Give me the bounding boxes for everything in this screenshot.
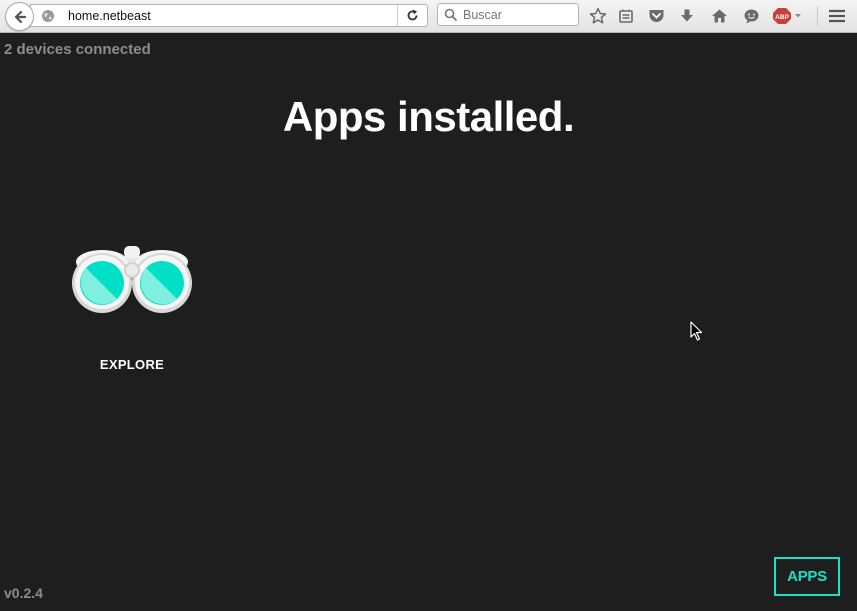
adblock-label: ABP: [775, 14, 789, 21]
url-bar[interactable]: home.netbeast: [30, 4, 428, 27]
back-button[interactable]: [5, 2, 34, 31]
pocket-icon[interactable]: [645, 5, 667, 27]
hamburger-menu-icon[interactable]: [826, 5, 848, 27]
devices-status: 2 devices connected: [4, 41, 151, 58]
app-tile-explore[interactable]: EXPLORE: [62, 232, 202, 382]
reload-icon: [407, 9, 418, 21]
mouse-cursor-icon: [690, 321, 703, 341]
reload-button[interactable]: [397, 5, 427, 26]
download-icon[interactable]: [676, 5, 698, 27]
page-title: Apps installed.: [282, 93, 575, 140]
chat-icon[interactable]: [740, 5, 762, 27]
browser-toolbar: home.netbeast Buscar ABP: [0, 0, 857, 33]
bookmark-star-icon[interactable]: [587, 5, 609, 27]
home-icon[interactable]: [708, 5, 730, 27]
app-label-explore: EXPLORE: [99, 357, 165, 372]
search-bar[interactable]: Buscar: [437, 3, 579, 26]
search-placeholder: Buscar: [463, 8, 502, 22]
apps-button[interactable]: APPS: [774, 557, 840, 596]
binoculars-icon: [72, 246, 192, 313]
search-icon: [444, 8, 458, 22]
back-arrow-icon: [14, 10, 26, 23]
globe-icon: [42, 10, 54, 22]
reading-list-icon[interactable]: [615, 5, 637, 27]
url-text[interactable]: home.netbeast: [68, 9, 151, 23]
version-label: v0.2.4: [4, 585, 43, 601]
toolbar-separator: [817, 6, 818, 26]
adblock-icon[interactable]: ABP: [772, 5, 804, 27]
